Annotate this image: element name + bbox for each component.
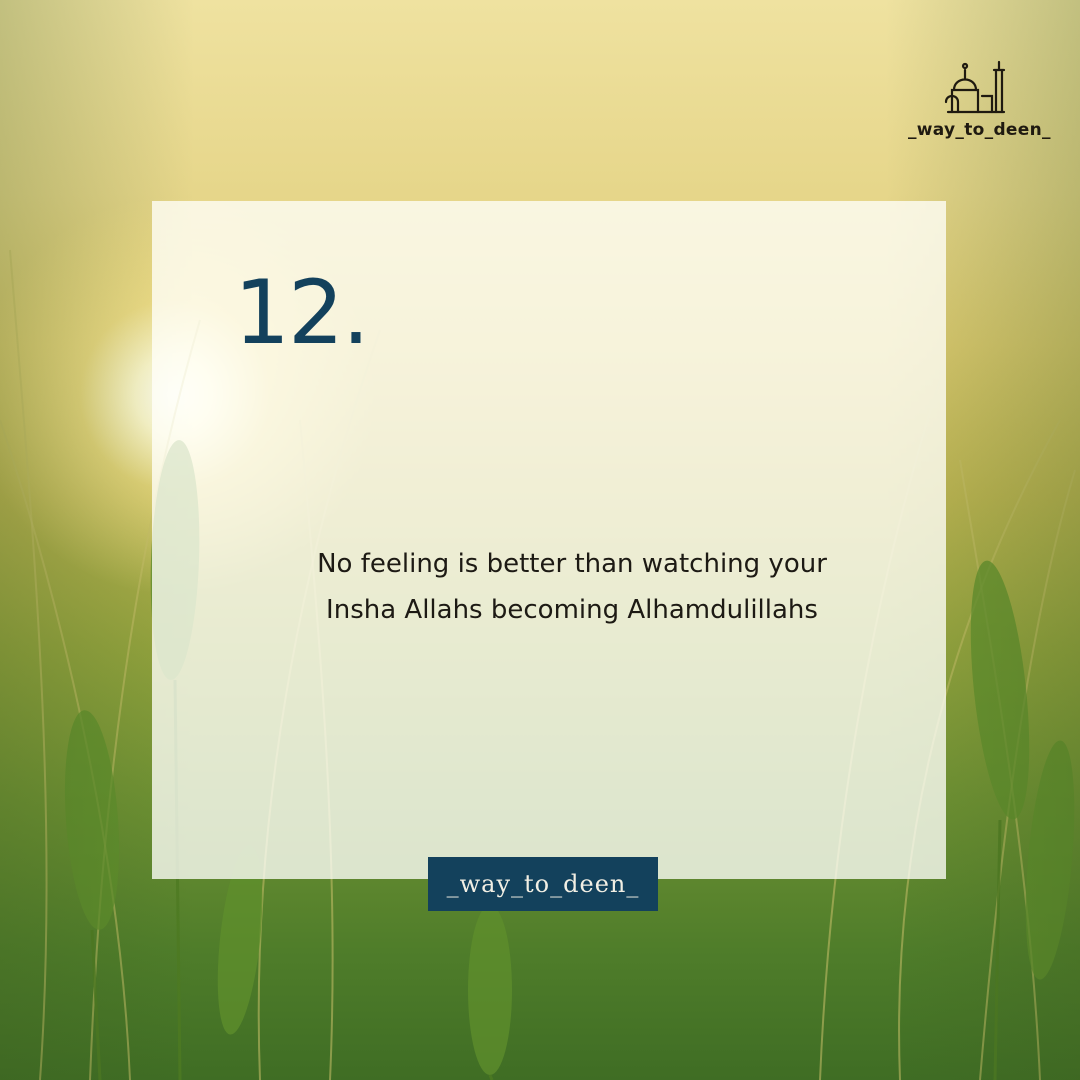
logo-handle: _way_to_deen_ [908,120,1051,140]
brand-logo: _way_to_deen_ [908,56,1051,148]
handle-tag: _way_to_deen_ [428,857,658,911]
quote-card: 12. No feeling is better than watching y… [152,201,946,879]
quote-line: No feeling is better than watching your [317,549,827,579]
quote-text: No feeling is better than watching your … [152,541,992,633]
mosque-icon [944,60,1006,114]
quote-line: Insha Allahs becoming Alhamdulillahs [326,595,818,625]
post-number: 12. [234,261,370,364]
